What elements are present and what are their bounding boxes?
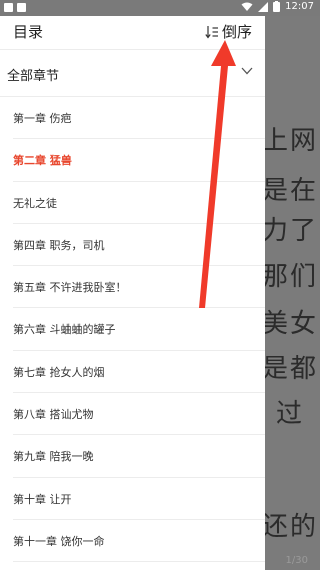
chapter-section-selector[interactable]: 全部章节	[0, 50, 265, 97]
notification-icon	[17, 3, 26, 12]
reader-text-line: 力了	[262, 216, 319, 246]
reader-text-line: 那们	[262, 262, 319, 292]
chapter-item[interactable]: 第十章 让开	[13, 478, 265, 520]
notification-icons	[4, 3, 26, 12]
sort-icon	[205, 25, 218, 39]
chapter-title: 第十章 让开	[13, 492, 72, 506]
chapter-title: 第九章 陪我一晚	[13, 450, 94, 464]
sort-order-button[interactable]: 倒序	[205, 21, 252, 42]
notification-icon	[4, 3, 13, 12]
wifi-icon	[241, 2, 253, 11]
reader-text-line: 过	[276, 399, 305, 429]
chapter-item[interactable]: 第六章 斗蛐蛐的罐子	[13, 308, 265, 351]
chapter-item[interactable]: 第五章 不许进我卧室！	[13, 266, 265, 309]
chapter-item[interactable]: 第九章 陪我一晚	[13, 435, 265, 478]
chapter-list: 第一章 伤疤 第二章 猛兽 无礼之徒 第四章 职务，司机 第五章 不许进我卧室！…	[0, 97, 265, 563]
chapter-item[interactable]: 第七章 抢女人的烟	[13, 351, 265, 394]
reader-text-line: 上网	[262, 126, 319, 156]
chapter-title: 第二章 猛兽	[13, 154, 72, 168]
reader-text-line: 是都	[262, 354, 319, 384]
chapter-title: 无礼之徒	[13, 196, 57, 210]
chapter-title: 第一章 伤疤	[13, 112, 72, 125]
chapter-item[interactable]: 第一章 伤疤	[13, 97, 265, 140]
drawer-header: 目录 倒序	[0, 16, 265, 50]
signal-icon	[258, 1, 269, 12]
chevron-down-icon	[241, 67, 253, 75]
chapter-item[interactable]: 第八章 搭讪尤物	[13, 393, 265, 436]
toc-title: 目录	[13, 23, 44, 41]
battery-icon	[273, 1, 281, 12]
chapter-title: 第七章 抢女人的烟	[13, 365, 105, 379]
status-bar: 12:07	[0, 0, 320, 16]
reader-text-line: 美女	[262, 309, 319, 339]
page-indicator: 1/30	[285, 555, 308, 566]
reader-text-line: 是在	[262, 176, 319, 206]
chapter-title: 第五章 不许进我卧室！	[13, 281, 127, 295]
chapter-title: 第四章 职务，司机	[13, 238, 105, 252]
reader-text-line: 还的	[262, 512, 319, 542]
chapter-title: 第六章 斗蛐蛐的罐子	[13, 323, 116, 337]
clock: 12:07	[285, 1, 314, 12]
section-label: 全部章节	[7, 69, 60, 84]
chapter-item[interactable]: 第四章 职务，司机	[13, 224, 265, 267]
sort-order-label: 倒序	[221, 23, 252, 41]
chapter-item[interactable]: 第十一章 饶你一命	[13, 520, 265, 563]
chapter-item-current[interactable]: 第二章 猛兽	[13, 139, 265, 182]
toc-drawer: 目录 倒序 全部章节 第一章 伤疤 第二章 猛兽 无礼之徒 第四章 职务，司机 …	[0, 16, 265, 570]
chapter-title: 第八章 搭讪尤物	[13, 408, 94, 422]
chapter-item[interactable]: 无礼之徒	[13, 182, 265, 224]
chapter-title: 第十一章 饶你一命	[13, 534, 105, 548]
